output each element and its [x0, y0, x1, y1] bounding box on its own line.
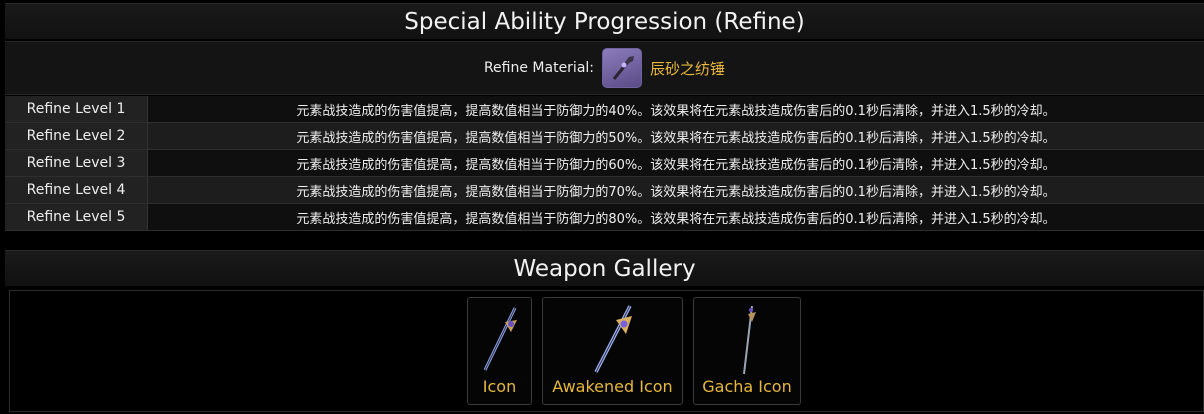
- refine-level-desc: 元素战技造成的伤害值提高，提高数值相当于防御力的70%。该效果将在元素战技造成伤…: [148, 177, 1204, 203]
- gallery-label: Gacha Icon: [702, 377, 792, 396]
- gallery-item-gacha[interactable]: Gacha Icon: [693, 297, 801, 405]
- gallery-item-awakened[interactable]: Awakened Icon: [542, 297, 683, 405]
- gacha-sword-icon: [743, 305, 756, 375]
- refine-row-1: Refine Level 1 元素战技造成的伤害值提高，提高数值相当于防御力的4…: [5, 96, 1204, 123]
- gallery-item-icon[interactable]: Icon: [467, 297, 532, 405]
- gallery-section-header: Weapon Gallery: [5, 250, 1204, 286]
- refine-level-label: Refine Level 1: [5, 96, 148, 122]
- refine-material-name[interactable]: 辰砂之纺锤: [650, 58, 725, 79]
- refine-row-4: Refine Level 4 元素战技造成的伤害值提高，提高数值相当于防御力的7…: [5, 177, 1204, 204]
- refine-level-desc: 元素战技造成的伤害值提高，提高数值相当于防御力的80%。该效果将在元素战技造成伤…: [148, 204, 1204, 230]
- refine-level-desc: 元素战技造成的伤害值提高，提高数值相当于防御力的50%。该效果将在元素战技造成伤…: [148, 123, 1204, 149]
- refine-level-label: Refine Level 4: [5, 177, 148, 203]
- sword-icon: [483, 307, 517, 371]
- gallery-label: Icon: [482, 377, 517, 396]
- refine-title: Special Ability Progression (Refine): [404, 8, 805, 35]
- spindle-material-icon[interactable]: [602, 48, 643, 88]
- refine-row-5: Refine Level 5 元素战技造成的伤害值提高，提高数值相当于防御力的8…: [5, 204, 1204, 231]
- refine-level-desc: 元素战技造成的伤害值提高，提高数值相当于防御力的40%。该效果将在元素战技造成伤…: [148, 96, 1204, 122]
- refine-row-3: Refine Level 3 元素战技造成的伤害值提高，提高数值相当于防御力的6…: [5, 150, 1204, 177]
- gallery-label: Awakened Icon: [552, 377, 673, 396]
- weapon-gallery: Icon Awakened Icon Gacha Icon: [9, 290, 1204, 412]
- refine-table: Refine Level 1 元素战技造成的伤害值提高，提高数值相当于防御力的4…: [5, 96, 1204, 231]
- refine-section-header: Special Ability Progression (Refine): [5, 3, 1204, 39]
- refine-level-label: Refine Level 2: [5, 123, 148, 149]
- refine-level-label: Refine Level 5: [5, 204, 148, 230]
- gallery-title: Weapon Gallery: [513, 255, 696, 282]
- refine-level-desc: 元素战技造成的伤害值提高，提高数值相当于防御力的60%。该效果将在元素战技造成伤…: [148, 150, 1204, 176]
- refine-material-row: Refine Material: 辰砂之纺锤: [5, 41, 1204, 95]
- refine-row-2: Refine Level 2 元素战技造成的伤害值提高，提高数值相当于防御力的5…: [5, 123, 1204, 150]
- refine-material-label: Refine Material:: [483, 60, 595, 76]
- refine-level-label: Refine Level 3: [5, 150, 148, 176]
- awakened-sword-icon: [593, 305, 632, 373]
